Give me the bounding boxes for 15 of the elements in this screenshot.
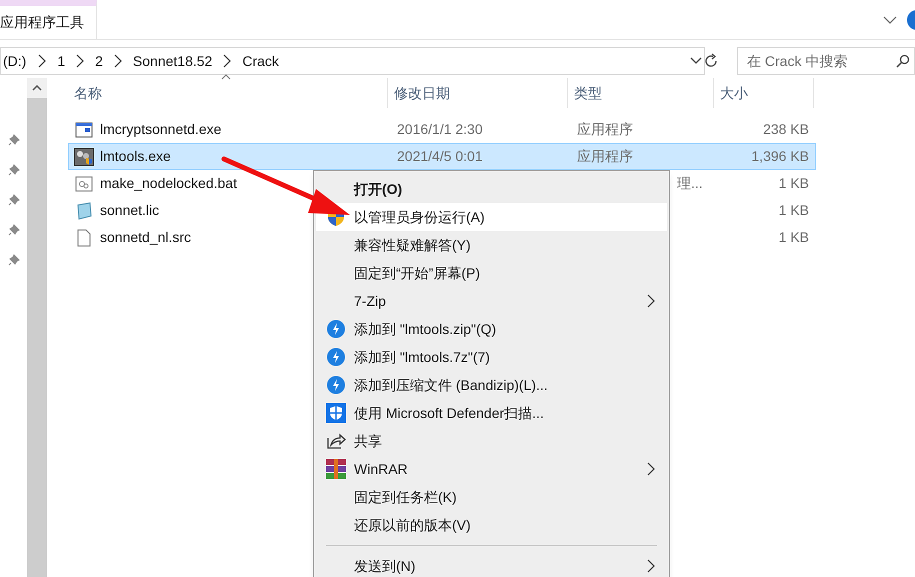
file-size: 1 KB [778, 229, 809, 245]
file-type: 应用程序 [577, 148, 633, 164]
file-type: 理... [677, 175, 703, 191]
file-date: 2016/1/1 2:30 [397, 121, 483, 137]
file-name: lmtools.exe [100, 147, 171, 166]
file-name: lmcryptsonnetd.exe [100, 120, 222, 139]
file-name: make_nodelocked.bat [100, 174, 237, 193]
file-size: 1 KB [778, 175, 809, 191]
file-size: 1,396 KB [751, 148, 809, 164]
file-size: 1 KB [778, 202, 809, 218]
file-type: 应用程序 [577, 121, 633, 137]
file-name: sonnetd_nl.src [100, 228, 192, 247]
file-size: 238 KB [763, 121, 809, 137]
file-date: 2021/4/5 0:01 [397, 148, 483, 164]
file-name: sonnet.lic [100, 201, 160, 220]
